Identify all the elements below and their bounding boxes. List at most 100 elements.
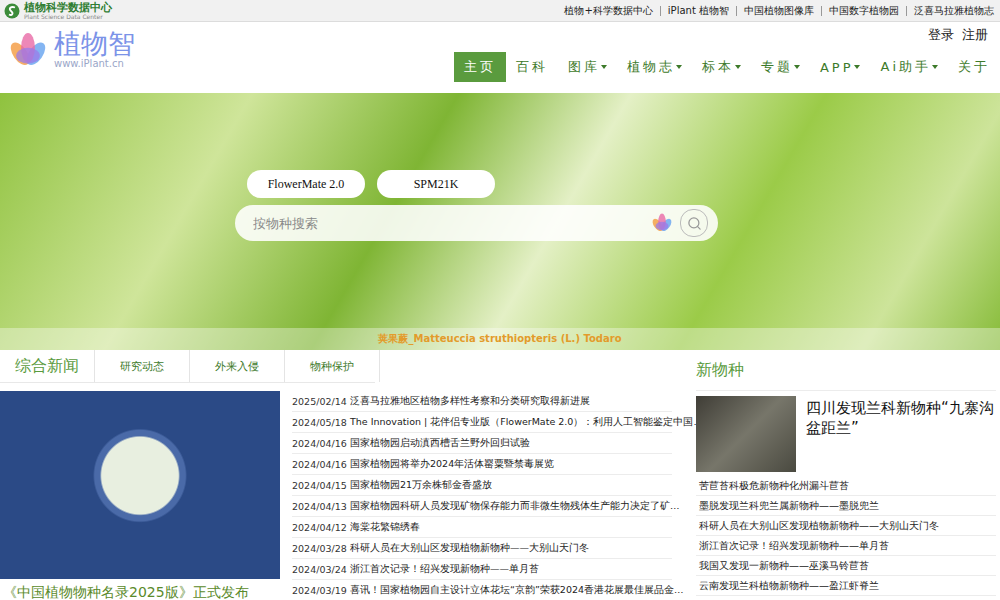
news-title: 浙江首次记录！绍兴发现新物种——单月苔 [350, 563, 539, 576]
auth-links: 登录注册 [928, 22, 1000, 44]
news-title: 泛喜马拉雅地区植物多样性考察和分类研究取得新进展 [350, 395, 590, 408]
nav-item[interactable]: APP [810, 52, 871, 82]
news-date: 2024/04/13 [292, 501, 350, 512]
news-tab[interactable]: 物种保护 [285, 350, 380, 382]
news-title: 国家植物园科研人员发现矿物保存能力而非微生物残体生产能力决定了矿… [350, 500, 680, 513]
new-species-feature[interactable]: 四川发现兰科新物种“九寨沟盆距兰” [696, 396, 996, 472]
search-button[interactable] [680, 209, 708, 237]
nav-item[interactable]: 标本 [692, 52, 751, 82]
news-row[interactable]: 2024/05/18The Innovation | 花伴侣专业版（Flower… [292, 412, 672, 433]
news-tab[interactable]: 外来入侵 [190, 350, 285, 382]
caret-down-icon [794, 65, 800, 69]
caret-down-icon [735, 65, 741, 69]
news-feature-image [0, 391, 280, 579]
header-right: 登录注册主页百科图库植物志标本专题APPAi助手关于 [454, 22, 1000, 93]
nav-item[interactable]: 主页 [454, 52, 506, 82]
brand-text: 植物科学数据中心Plant Science Data Center [24, 2, 112, 20]
news-title: 国家植物园将举办2024年活体罂粟暨禁毒展览 [350, 458, 554, 471]
news-title: 科研人员在大别山区发现植物新物种——大别山天门冬 [350, 542, 589, 555]
new-species-image [696, 396, 796, 472]
top-bar: 植物科学数据中心Plant Science Data Center 植物+科学数据… [0, 0, 1000, 22]
search-input[interactable] [251, 215, 644, 232]
brand-name: 植物科学数据中心 [24, 2, 112, 13]
quick-link-button[interactable]: FlowerMate 2.0 [247, 170, 365, 198]
top-link[interactable]: 中国植物图像库 [744, 4, 814, 18]
news-row[interactable]: 2024/04/13国家植物园科研人员发现矿物保存能力而非微生物残体生产能力决定… [292, 496, 672, 517]
link-separator [906, 6, 907, 16]
page: 植物科学数据中心Plant Science Data Center 植物+科学数据… [0, 0, 1000, 600]
news-row[interactable]: 2024/03/19喜讯！国家植物园自主设计立体花坛“京韵”荣获2024香港花展… [292, 580, 672, 600]
new-species: 新物种四川发现兰科新物种“九寨沟盆距兰”苦苣苔科极危新物种化州漏斗苣苔墨脱发现兰… [690, 350, 1000, 600]
new-species-row[interactable]: 墨脱发现兰科兜兰属新物种——墨脱兜兰 [696, 496, 996, 516]
news-tab[interactable]: 综合新闻 [0, 350, 95, 382]
search-box [235, 205, 718, 241]
news-date: 2024/03/19 [292, 585, 350, 596]
news-tabs: 综合新闻研究动态外来入侵物种保护 [0, 350, 375, 383]
news-row[interactable]: 2024/04/16国家植物园将举办2024年活体罂粟暨禁毒展览 [292, 454, 672, 475]
news-date: 2024/04/15 [292, 480, 350, 491]
new-species-row[interactable]: 浙江首次记录！绍兴发现新物种——单月苔 [696, 536, 996, 556]
news-area: 综合新闻研究动态外来入侵物种保护《中国植物物种名录2025版》正式发布 2025/… [0, 350, 672, 600]
caret-down-icon [932, 65, 938, 69]
news-row[interactable]: 2024/04/15国家植物园21万余株郁金香盛放 [292, 475, 672, 496]
news-row[interactable]: 2024/03/24浙江首次记录！绍兴发现新物种——单月苔 [292, 559, 672, 580]
logo-text: 植物智 www.iPlant.cn [54, 30, 135, 69]
news-row[interactable]: 2024/04/12海棠花繁锦绣春 [292, 517, 672, 538]
nav-item[interactable]: 百科 [506, 52, 558, 82]
data-center-logo-icon [4, 3, 20, 19]
quick-link-button[interactable]: SPM21K [377, 170, 495, 198]
caret-down-icon [601, 65, 607, 69]
news-date: 2024/05/18 [292, 417, 350, 428]
lotus-logo-icon [6, 30, 50, 70]
link-separator [660, 6, 661, 16]
content: 综合新闻研究动态外来入侵物种保护《中国植物物种名录2025版》正式发布 2025/… [0, 350, 1000, 600]
top-link[interactable]: iPlant 植物智 [668, 4, 729, 18]
nav-item[interactable]: Ai助手 [870, 52, 948, 82]
brand-subtitle: Plant Science Data Center [24, 14, 112, 20]
new-species-row[interactable]: 我国又发现一新物种——巫溪马铃苣苔 [696, 556, 996, 576]
auth-link[interactable]: 注册 [962, 26, 988, 44]
lotus-search-icon [650, 212, 674, 234]
news-list: 2025/02/14泛喜马拉雅地区植物多样性考察和分类研究取得新进展2024/0… [292, 391, 672, 600]
caret-down-icon [676, 65, 682, 69]
news-title: 国家植物园启动滇西槽舌兰野外回归试验 [350, 437, 530, 450]
news-feature[interactable]: 《中国植物物种名录2025版》正式发布 [0, 391, 280, 600]
news-row[interactable]: 2025/02/14泛喜马拉雅地区植物多样性考察和分类研究取得新进展 [292, 391, 672, 412]
news-row[interactable]: 2024/04/16国家植物园启动滇西槽舌兰野外回归试验 [292, 433, 672, 454]
news-date: 2025/02/14 [292, 396, 350, 407]
news-date: 2024/03/24 [292, 564, 350, 575]
top-link[interactable]: 中国数字植物园 [829, 4, 899, 18]
news-tab[interactable]: 研究动态 [95, 350, 190, 382]
hero-banner: FlowerMate 2.0 SPM21K 荚果蕨_Matteuccia strut… [0, 93, 1000, 350]
news-feature-caption[interactable]: 《中国植物物种名录2025版》正式发布 [0, 584, 280, 600]
link-separator [736, 6, 737, 16]
new-species-row[interactable]: 科研人员在大别山区发现植物新物种——大别山天门冬 [696, 516, 996, 536]
nav-item[interactable]: 专题 [751, 52, 810, 82]
news-date: 2024/04/16 [292, 438, 350, 449]
nav-item[interactable]: 植物志 [617, 52, 692, 82]
news-row[interactable]: 2024/03/28科研人员在大别山区发现植物新物种——大别山天门冬 [292, 538, 672, 559]
caret-down-icon [854, 65, 860, 69]
data-center-brand[interactable]: 植物科学数据中心Plant Science Data Center [4, 2, 112, 20]
logo-name: 植物智 [54, 30, 135, 57]
new-species-row[interactable]: 云南发现兰科植物新物种——盈江虾脊兰 [696, 576, 996, 596]
top-links: 植物+科学数据中心 iPlant 植物智 中国植物图像库 中国数字植物园 泛喜马拉雅植物… [564, 4, 994, 18]
news-title: 国家植物园21万余株郁金香盛放 [350, 479, 492, 492]
nav-item[interactable]: 关于 [948, 52, 1000, 82]
quick-links: FlowerMate 2.0 SPM21K [247, 170, 1000, 198]
photo-caption: 荚果蕨_Matteuccia struthiopteris (L.) Todar… [378, 332, 621, 346]
top-link[interactable]: 泛喜马拉雅植物志 [914, 4, 994, 18]
news-title: 海棠花繁锦绣春 [350, 521, 420, 534]
nav-item[interactable]: 图库 [558, 52, 617, 82]
new-species-heading: 新物种 [696, 350, 996, 391]
news-date: 2024/04/12 [292, 522, 350, 533]
link-separator [821, 6, 822, 16]
logo-url: www.iPlant.cn [54, 59, 135, 69]
top-link[interactable]: 植物+科学数据中心 [564, 4, 652, 18]
new-species-feature-title: 四川发现兰科新物种“九寨沟盆距兰” [806, 396, 996, 472]
auth-link[interactable]: 登录 [928, 26, 954, 44]
photo-caption-strip: 荚果蕨_Matteuccia struthiopteris (L.) Todar… [0, 328, 1000, 350]
new-species-list: 苦苣苔科极危新物种化州漏斗苣苔墨脱发现兰科兜兰属新物种——墨脱兜兰科研人员在大别… [696, 476, 996, 596]
new-species-row[interactable]: 苦苣苔科极危新物种化州漏斗苣苔 [696, 476, 996, 496]
site-logo[interactable]: 植物智 www.iPlant.cn [6, 22, 135, 93]
